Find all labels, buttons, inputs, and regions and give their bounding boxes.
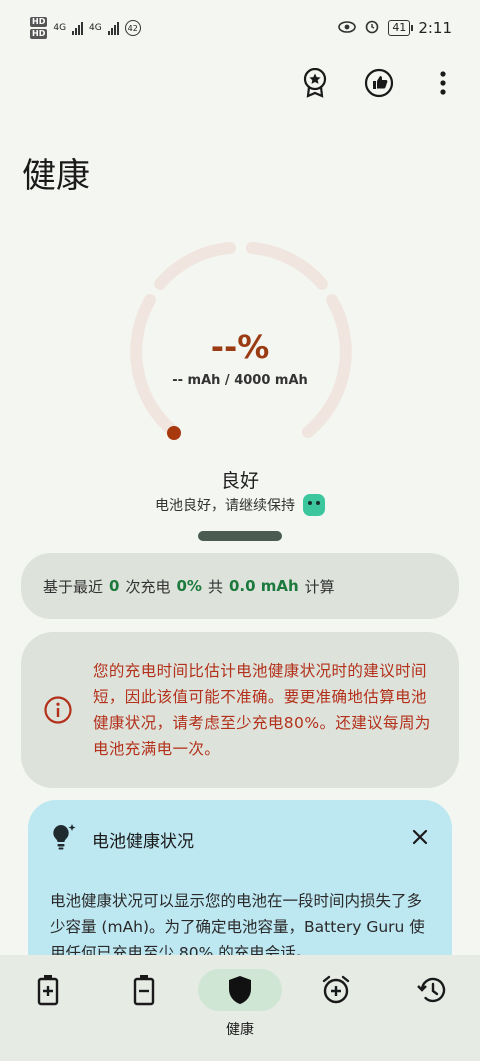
health-subtitle-row: 电池良好，请继续保持 bbox=[0, 494, 480, 516]
health-percent: --% bbox=[210, 328, 270, 366]
battery-icon: 41 bbox=[388, 20, 414, 36]
thumbs-up-icon[interactable] bbox=[364, 68, 394, 98]
capacity-readout: -- mAh / 4000 mAh bbox=[172, 373, 308, 388]
network-type: 4G bbox=[53, 23, 67, 33]
summary-unit: 次充电 bbox=[125, 577, 171, 596]
summary-mid: 共 bbox=[207, 577, 223, 596]
nav-charging[interactable] bbox=[0, 969, 96, 1011]
health-status: 良好 bbox=[220, 470, 259, 492]
hd-badge: HD bbox=[30, 29, 48, 39]
close-icon[interactable] bbox=[412, 829, 428, 849]
status-left: HD HD 4G 4G 42 bbox=[30, 17, 141, 39]
eye-icon bbox=[338, 19, 357, 37]
health-subtitle: 电池良好，请继续保持 bbox=[155, 498, 295, 514]
calculation-summary: 基于最近 0 次充电 0% 共 0.0 mAh 计算 bbox=[21, 553, 459, 619]
nav-history[interactable] bbox=[384, 969, 480, 1011]
gauge-segment bbox=[130, 294, 180, 438]
nav-health[interactable]: 健康 bbox=[192, 969, 288, 1039]
summary-prefix: 基于最近 bbox=[43, 577, 104, 596]
page-title: 健康 bbox=[22, 156, 90, 196]
status-right: 41 2:11 bbox=[338, 18, 452, 38]
health-gauge: --% -- mAh / 4000 mAh bbox=[120, 236, 360, 456]
info-card-title: 电池健康状况 bbox=[92, 831, 194, 852]
lightbulb-icon bbox=[50, 822, 78, 856]
signal-icon bbox=[72, 21, 84, 35]
award-badge-icon[interactable] bbox=[300, 68, 330, 98]
status-bar: HD HD 4G 4G 42 41 2:11 bbox=[0, 0, 480, 56]
warning-text: 您的充电时间比估计电池健康状况时的建议时间短，因此该值可能不准确。要更准确地估算… bbox=[93, 662, 431, 758]
drag-handle[interactable] bbox=[198, 531, 282, 541]
gauge-segment bbox=[246, 242, 328, 290]
hd-badge: HD bbox=[30, 17, 48, 27]
summary-suffix: 计算 bbox=[304, 577, 335, 596]
nav-health-label: 健康 bbox=[226, 1022, 254, 1038]
clock: 2:11 bbox=[418, 19, 452, 37]
charge-percent: 0% bbox=[176, 577, 202, 595]
charge-count: 0 bbox=[109, 577, 120, 595]
more-vert-icon[interactable] bbox=[428, 68, 458, 98]
gauge-indicator-dot bbox=[167, 426, 181, 440]
history-icon bbox=[417, 977, 446, 1003]
app-bar-actions bbox=[300, 68, 458, 98]
gauge-segment bbox=[154, 242, 236, 290]
battery-plus-icon bbox=[37, 975, 59, 1006]
bottom-navigation: 健康 bbox=[0, 955, 480, 1061]
nav-discharging[interactable] bbox=[96, 969, 192, 1011]
mascot-icon bbox=[303, 494, 325, 516]
shield-icon bbox=[229, 976, 251, 1004]
nav-alarm[interactable] bbox=[288, 969, 384, 1011]
alarm-add-icon bbox=[322, 975, 350, 1004]
charge-mah: 0.0 mAh bbox=[228, 577, 299, 595]
alarm-icon bbox=[364, 18, 380, 38]
network-type: 4G bbox=[89, 23, 102, 33]
info-circle-icon bbox=[43, 695, 73, 725]
gauge-segment bbox=[302, 294, 352, 438]
signal-icon bbox=[107, 21, 119, 35]
battery-minus-icon bbox=[133, 975, 155, 1006]
accuracy-warning-card: 您的充电时间比估计电池健康状况时的建议时间短，因此该值可能不准确。要更准确地估算… bbox=[21, 632, 459, 788]
notification-count: 42 bbox=[124, 20, 141, 36]
